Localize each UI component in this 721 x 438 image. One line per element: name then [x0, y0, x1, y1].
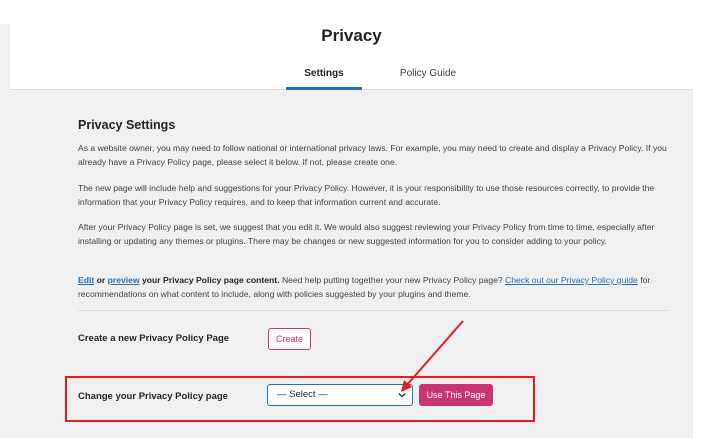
privacy-guide-link[interactable]: Check out our Privacy Policy guide — [505, 275, 638, 285]
tab-policy-guide[interactable]: Policy Guide — [390, 68, 466, 90]
tab-settings[interactable]: Settings — [286, 68, 362, 90]
edit-links-paragraph: Edit or preview your Privacy Policy page… — [78, 273, 678, 301]
privacy-settings-panel: Privacy Settings As a website owner, you… — [10, 91, 693, 438]
preview-link[interactable]: preview — [108, 275, 140, 285]
intro-paragraph: As a website owner, you may need to foll… — [78, 143, 667, 167]
edit-suggestion-paragraph: After your Privacy Policy page is set, w… — [78, 222, 655, 246]
responsibility-paragraph: The new page will include help and sugge… — [78, 183, 655, 207]
create-button[interactable]: Create — [268, 328, 311, 350]
divider — [78, 310, 668, 311]
top-strip — [0, 0, 721, 24]
edit-strong-tail: your Privacy Policy page content. — [139, 275, 280, 285]
edit-link[interactable]: Edit — [78, 275, 94, 285]
section-title: Privacy Settings — [78, 118, 176, 132]
right-edge-panel — [693, 24, 721, 438]
annotation-highlight-box — [65, 376, 535, 422]
create-page-label: Create a new Privacy Policy Page — [78, 333, 230, 344]
privacy-header: Privacy Settings Policy Guide — [10, 24, 693, 90]
page-title: Privacy — [321, 26, 382, 45]
or-text: or — [94, 275, 108, 285]
help-text: Need help putting together your new Priv… — [279, 275, 506, 285]
